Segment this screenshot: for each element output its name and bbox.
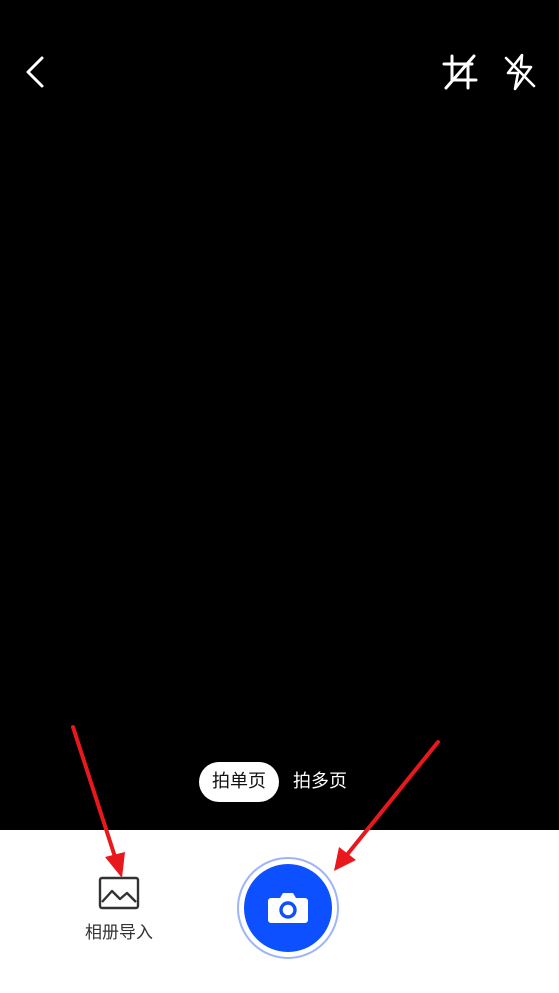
flash-off-icon — [504, 53, 536, 91]
album-import-label: 相册导入 — [85, 923, 153, 943]
album-import-button[interactable]: 相册导入 — [76, 876, 162, 946]
image-icon — [98, 876, 140, 910]
capture-mode-switch: 拍单页 拍多页 — [0, 762, 559, 802]
crop-icon — [442, 54, 478, 90]
bottom-panel: 相册导入 — [0, 830, 559, 993]
back-button[interactable] — [18, 52, 54, 92]
crop-button[interactable] — [440, 52, 480, 92]
chevron-left-icon — [26, 56, 44, 88]
mode-single-page[interactable]: 拍单页 — [199, 762, 279, 802]
shutter-core — [244, 864, 332, 952]
flash-toggle-button[interactable] — [500, 52, 540, 92]
camera-icon — [268, 893, 308, 923]
mode-multi-page[interactable]: 拍多页 — [287, 762, 353, 802]
camera-viewfinder — [0, 0, 559, 830]
shutter-button[interactable] — [237, 857, 339, 959]
